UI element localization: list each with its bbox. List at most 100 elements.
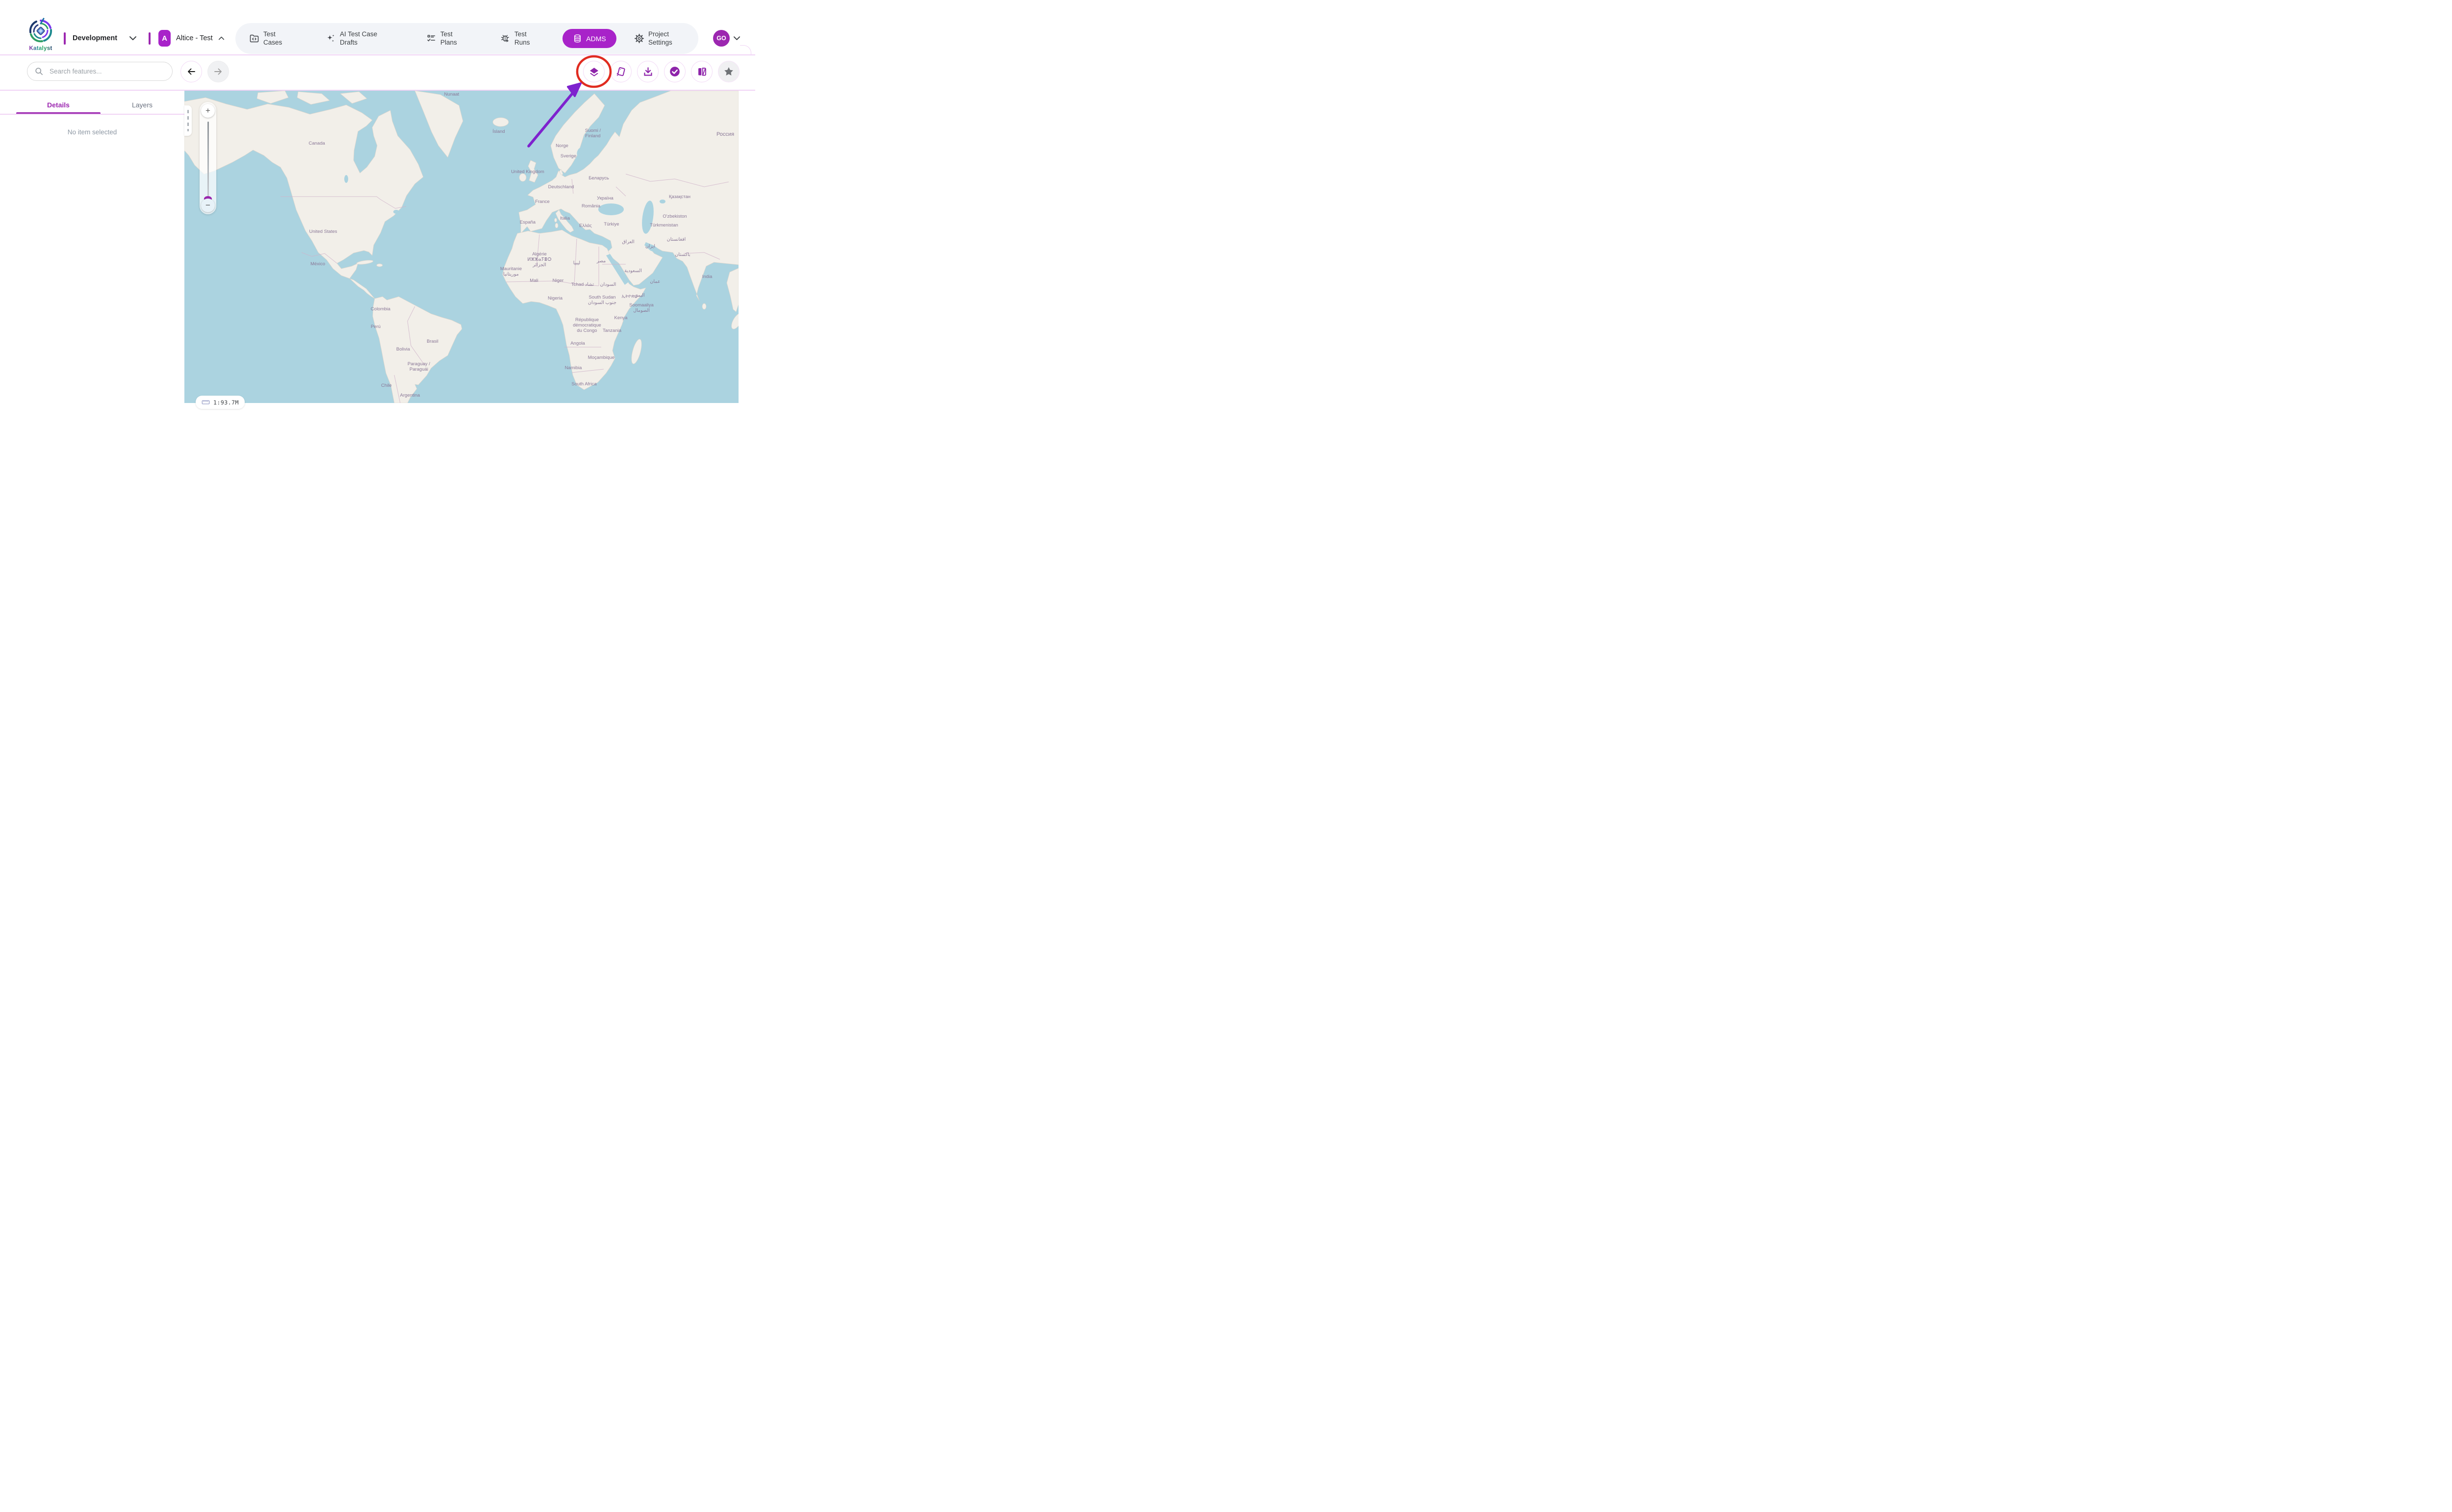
map-country-label: Moçambique (588, 355, 614, 360)
download-icon (642, 66, 654, 77)
ruler-icon (202, 398, 210, 406)
nav-label: Test Plans (440, 30, 460, 47)
layers-icon (588, 66, 600, 77)
user-avatar[interactable]: GO (713, 30, 730, 47)
user-chevron-down-icon[interactable] (733, 36, 741, 41)
back-button[interactable] (180, 61, 202, 82)
map-scale-value: 1:93.7M (213, 399, 239, 406)
nav-label: AI Test Case Drafts (340, 30, 385, 47)
map-country-label: Suomi /Finland (585, 128, 601, 139)
folder-code-icon (249, 33, 259, 44)
map-country-label: Argentina (400, 393, 420, 398)
map-country-label: السعودية (624, 268, 641, 274)
nav-ai-test-case-drafts[interactable]: AI Test Case Drafts (326, 30, 385, 47)
map-country-label: ايران (645, 244, 655, 249)
sparkles-icon (326, 33, 336, 44)
katalyst-logo-text: Katalyst (29, 46, 52, 51)
zoom-in-button[interactable]: + (201, 104, 215, 118)
nav-test-plans[interactable]: Test Plans (426, 30, 460, 47)
nav-label: Test Cases (263, 30, 286, 47)
map-country-label: United Kingdom (511, 169, 544, 175)
map-country-label: Perú (371, 324, 381, 329)
map-country-label: Paraguay /Paraguái (408, 361, 430, 372)
layers-button[interactable] (583, 61, 605, 82)
nav-project-settings[interactable]: Project Settings (634, 30, 677, 47)
map-country-label: Sverige (561, 153, 576, 159)
map-country-label: España (520, 220, 536, 225)
header: Katalyst Development A Altice - Test Tes… (0, 0, 755, 55)
map-country-label: مصر (596, 258, 606, 264)
search-input-wrap (27, 62, 173, 81)
app-window: Katalyst Development A Altice - Test Tes… (0, 0, 755, 429)
map-country-label: Deutschland (548, 184, 574, 190)
map-country-label: Ísland (492, 129, 505, 134)
map-country-label: Républiquedémocratiquedu Congo (573, 317, 601, 333)
nav-label: Project Settings (648, 30, 677, 47)
chevron-up-icon (218, 36, 225, 40)
basemap-button[interactable] (610, 61, 632, 82)
panel-drag-handle[interactable] (184, 105, 192, 136)
validate-button[interactable] (664, 61, 686, 82)
katalyst-logo-icon (27, 18, 54, 47)
bug-play-icon (500, 33, 511, 44)
katalyst-logo[interactable]: Katalyst (26, 18, 56, 51)
map-country-label: العراق (622, 239, 634, 245)
star-icon (723, 66, 735, 77)
map-country-label: Colombia (371, 306, 391, 312)
drag-dots-icon (187, 110, 189, 131)
map-country-label: Canada (308, 141, 325, 146)
arrow-right-icon (213, 67, 223, 76)
map-country-label: ኢትዮጵያ (622, 294, 638, 299)
map-country-label: Mauritanieموريتانيا (500, 266, 522, 277)
map-country-label: Türkmenistan (650, 223, 678, 228)
map-canvas[interactable]: Nunaat Canada Ísland Norge Sverige Suomi /Fin… (184, 91, 739, 403)
map-country-label: ليبيا (573, 260, 580, 266)
search-input[interactable] (49, 67, 165, 76)
nav-adms-active[interactable]: ADMS (562, 29, 616, 48)
map-country-label: Norge (556, 143, 568, 149)
divider-bar (149, 32, 151, 45)
org-selector[interactable]: A Altice - Test (158, 30, 225, 47)
map-country-label: South Sudanجنوب السودان (588, 295, 616, 305)
compare-button[interactable] (691, 61, 713, 82)
nav-test-runs[interactable]: Test Runs (500, 30, 534, 47)
map-country-label: México (310, 261, 325, 267)
map-country-label: Nigeria (548, 296, 563, 301)
nav-test-cases[interactable]: Test Cases (249, 30, 286, 47)
map-country-label: Chile (381, 383, 392, 388)
check-circle-icon (669, 66, 681, 77)
map-country-label: Türkiye (604, 222, 619, 227)
map-country-label: South Africa (571, 381, 597, 387)
forward-button[interactable] (207, 61, 229, 82)
map-country-label: Nunaat (444, 92, 460, 97)
download-button[interactable] (637, 61, 659, 82)
map-country-label: O'zbekiston (663, 214, 687, 219)
map-country-label: Italia (560, 216, 570, 221)
map-country-label: Bolivia (396, 347, 410, 352)
zoom-out-button[interactable]: − (201, 199, 215, 212)
map-country-label: Namibia (565, 365, 583, 371)
environment-selector[interactable]: Development (73, 34, 137, 42)
map-country-label: Kenya (614, 315, 628, 321)
map-country-label: Қазақстан (669, 194, 690, 200)
map-country-label: United States (309, 229, 337, 234)
tabs-divider (0, 114, 184, 115)
map-country-label: Brasil (427, 339, 438, 344)
tab-details[interactable]: Details (16, 96, 101, 114)
map-country-label: Tchad تشاد (571, 282, 594, 287)
gear-icon (634, 33, 644, 44)
checklist-icon (426, 33, 436, 44)
environment-label: Development (73, 34, 117, 42)
tab-layers[interactable]: Layers (101, 96, 184, 114)
zoom-slider-track[interactable] (207, 122, 209, 201)
map-country-label: România (582, 203, 601, 209)
favorite-button[interactable] (718, 61, 740, 82)
nav-pill-background (235, 23, 698, 54)
nav-label: ADMS (586, 35, 606, 43)
empty-state-message: No item selected (0, 128, 184, 136)
map-country-label: Россия (716, 131, 734, 137)
world-map: Nunaat Canada Ísland Norge Sverige Suomi /Fin… (184, 91, 739, 403)
zoom-control: + − (200, 102, 216, 214)
nav-label: Test Runs (514, 30, 534, 47)
map-country-label: عمان (650, 279, 660, 284)
